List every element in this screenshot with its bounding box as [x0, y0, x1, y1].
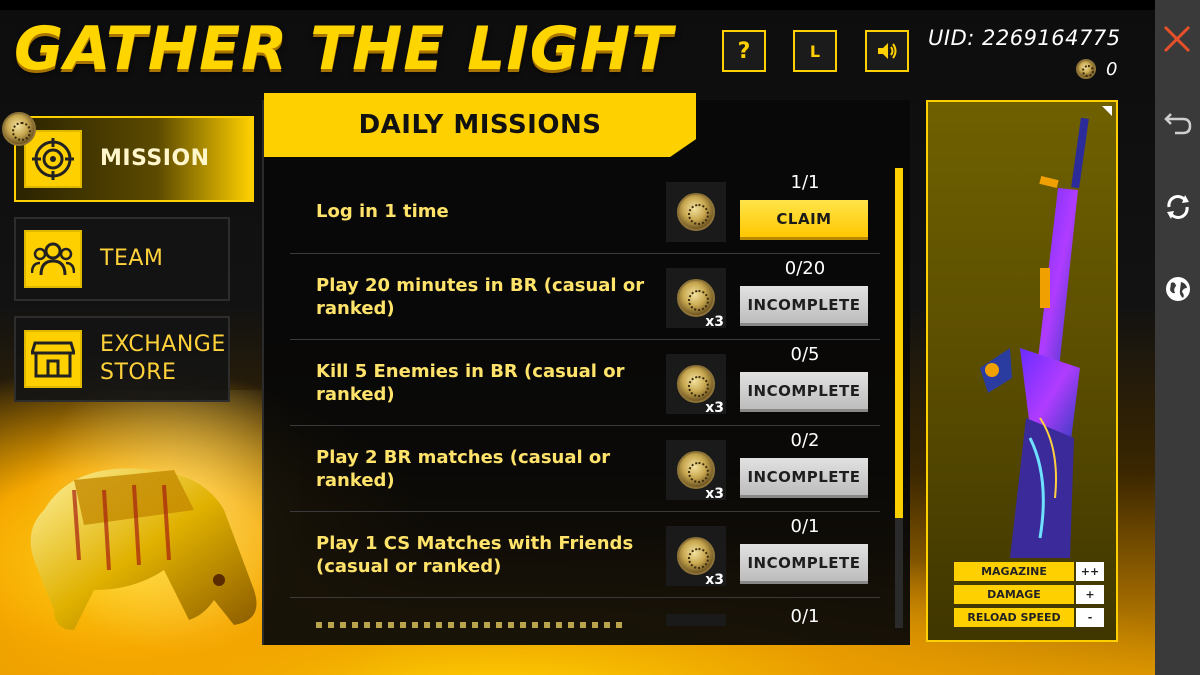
reward-multiplier: x3: [705, 486, 724, 502]
mission-reward: [666, 614, 726, 626]
card-corner-marker: [1102, 106, 1112, 116]
mission-row: Kill 5 Enemies in BR (casual or ranked) …: [290, 340, 880, 426]
mission-row-partial: 0/1: [290, 600, 880, 630]
mission-reward: x3: [666, 354, 726, 416]
mission-progress: 0/5: [790, 344, 820, 365]
mission-row: Play 20 minutes in BR (casual or ranked)…: [290, 254, 880, 340]
coin-icon: [1076, 59, 1096, 79]
daily-missions-header: DAILY MISSIONS: [264, 93, 696, 157]
stat-magazine: MAGAZINE ++: [954, 562, 1104, 581]
language-button-label: L: [809, 41, 821, 61]
mission-row: Log in 1 time 1/1 CLAIM: [290, 168, 880, 254]
reward-multiplier: x3: [705, 400, 724, 416]
reward-multiplier: x3: [705, 572, 724, 588]
back-icon[interactable]: [1163, 106, 1193, 136]
incomplete-button[interactable]: INCOMPLETE: [740, 458, 868, 498]
incomplete-button[interactable]: INCOMPLETE: [740, 544, 868, 584]
stat-value: ++: [1076, 562, 1104, 581]
nav-team[interactable]: TEAM: [14, 217, 230, 301]
coin-balance: 0: [1076, 58, 1117, 80]
mission-description: Play 20 minutes in BR (casual or ranked): [316, 275, 645, 319]
medal-icon: [2, 112, 36, 146]
sound-button[interactable]: [865, 30, 909, 72]
mission-description: Log in 1 time: [316, 200, 449, 222]
stat-name: MAGAZINE: [954, 562, 1074, 581]
mission-description: Play 2 BR matches (casual or ranked): [316, 447, 611, 491]
speaker-icon: [878, 43, 897, 59]
close-icon[interactable]: [1160, 22, 1194, 56]
help-button[interactable]: ?: [722, 30, 766, 72]
incomplete-button[interactable]: INCOMPLETE: [740, 372, 868, 412]
nav-store-icon-box: [24, 330, 82, 388]
mission-description-clipped: [316, 622, 626, 628]
mission-progress: 1/1: [790, 172, 820, 193]
coin-icon: [677, 193, 715, 231]
rifle-skin-illustration: [980, 118, 1089, 558]
crosshair-icon: [32, 138, 74, 180]
stat-value: -: [1076, 608, 1104, 627]
mission-reward: x3: [666, 440, 726, 502]
mission-progress: 0/1: [790, 516, 820, 537]
nav-store-line2: STORE: [100, 360, 177, 385]
globe-icon[interactable]: [1163, 274, 1193, 304]
nav-team-icon-box: [24, 230, 82, 288]
coin-icon: [677, 451, 715, 489]
mission-reward: x3: [666, 268, 726, 330]
mission-description: Play 1 CS Matches with Friends (casual o…: [316, 533, 634, 577]
missions-scrollbar-thumb[interactable]: [895, 168, 903, 518]
mission-progress: 0/1: [790, 606, 820, 627]
mission-row: Play 2 BR matches (casual or ranked) x3 …: [290, 426, 880, 512]
help-button-label: ?: [737, 38, 751, 64]
stat-name: DAMAGE: [954, 585, 1074, 604]
claim-button[interactable]: CLAIM: [740, 200, 868, 240]
refresh-icon[interactable]: [1163, 192, 1193, 222]
team-icon: [31, 242, 75, 276]
user-id: UID: 2269164775: [928, 26, 1121, 50]
nav-store-line1: EXCHANGE: [100, 332, 226, 357]
top-edge: [0, 0, 1155, 10]
mission-progress: 0/20: [784, 258, 826, 279]
stat-value: +: [1076, 585, 1104, 604]
nav-exchange-store[interactable]: EXCHANGE STORE: [14, 316, 230, 402]
nav-mission[interactable]: MISSION: [14, 116, 254, 202]
golden-tiger-illustration: [30, 468, 257, 630]
nav-exchange-store-label: EXCHANGE STORE: [100, 331, 226, 387]
system-sidebar: [1155, 0, 1200, 675]
reward-multiplier: x3: [705, 314, 724, 330]
mission-reward: [666, 182, 726, 242]
coin-balance-value: 0: [1106, 58, 1118, 80]
stat-name: RELOAD SPEED: [954, 608, 1074, 627]
event-title: GATHER THE LIGHT: [14, 14, 674, 84]
daily-missions-title: DAILY MISSIONS: [358, 110, 602, 140]
mission-progress: 0/2: [790, 430, 820, 451]
nav-team-label: TEAM: [100, 246, 164, 271]
incomplete-button[interactable]: INCOMPLETE: [740, 286, 868, 326]
coin-icon: [677, 365, 715, 403]
coin-icon: [677, 537, 715, 575]
coin-icon: [677, 279, 715, 317]
mission-row: Play 1 CS Matches with Friends (casual o…: [290, 512, 880, 598]
mission-reward: x3: [666, 526, 726, 588]
stat-reload-speed: RELOAD SPEED -: [954, 608, 1104, 627]
stat-damage: DAMAGE +: [954, 585, 1104, 604]
nav-mission-label: MISSION: [100, 146, 210, 171]
mission-description: Kill 5 Enemies in BR (casual or ranked): [316, 361, 625, 405]
language-button[interactable]: L: [793, 30, 837, 72]
store-icon: [31, 341, 75, 378]
